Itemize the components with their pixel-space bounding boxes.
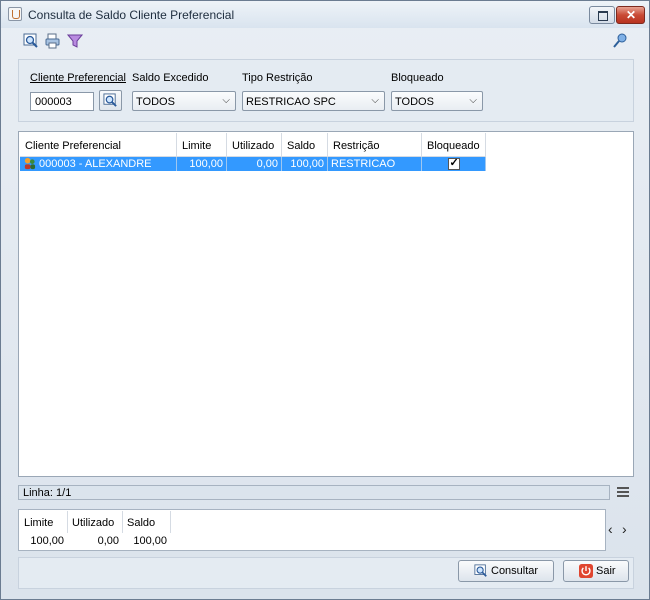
saldo-select[interactable]: TODOS ⌵: [132, 91, 236, 111]
summary-row: 100,00 0,00 100,00: [20, 533, 171, 549]
filter-icon[interactable]: [67, 33, 83, 49]
power-icon: [579, 564, 593, 578]
customer-icon: [24, 157, 36, 170]
close-button[interactable]: [616, 6, 645, 24]
tipo-select-value: RESTRICAO SPC: [246, 96, 336, 108]
main-window: Consulta de Saldo Cliente Preferencial C…: [0, 0, 650, 600]
cell-restricao: RESTRICAO SPC: [328, 157, 422, 182]
cell-cliente: 000003 - ALEXANDRE RO...: [20, 157, 177, 182]
saldo-select-value: TODOS: [136, 96, 175, 108]
title-bar[interactable]: Consulta de Saldo Cliente Preferencial: [1, 1, 649, 28]
bloqueado-checkbox[interactable]: [447, 156, 460, 170]
search-icon: [474, 564, 487, 577]
chevron-down-icon: ⌵: [469, 95, 477, 106]
saldo-label: Saldo Excedido: [132, 72, 209, 84]
cell-saldo: 100,00: [282, 157, 328, 171]
java-app-icon: [8, 7, 22, 21]
menu-icon[interactable]: [617, 487, 629, 497]
column-header-limite[interactable]: Limite: [177, 133, 227, 157]
tipo-select[interactable]: RESTRICAO SPC ⌵: [242, 91, 385, 111]
chevron-down-icon: ⌵: [371, 95, 379, 106]
consultar-button[interactable]: Consultar: [458, 560, 554, 582]
restore-button[interactable]: [589, 6, 615, 24]
cell-limite: 100,00: [177, 157, 227, 171]
cliente-input[interactable]: 000003: [30, 92, 94, 111]
summary-header: Limite Utilizado Saldo: [20, 511, 171, 533]
summary-utilizado: 0,00: [97, 535, 119, 547]
column-header-cliente[interactable]: Cliente Preferencial: [20, 133, 177, 157]
table-header: Cliente Preferencial Limite Utilizado Sa…: [20, 133, 486, 157]
chevron-down-icon: ⌵: [222, 95, 230, 106]
summary-saldo: 100,00: [133, 535, 167, 547]
next-page-button[interactable]: ›: [622, 521, 627, 537]
cell-utilizado: 0,00: [227, 157, 282, 171]
summary-header-limite: Limite: [20, 511, 68, 533]
cell-bloqueado: [422, 156, 486, 171]
summary-table: Limite Utilizado Saldo 100,00 0,00 100,0…: [18, 509, 606, 551]
window-title: Consulta de Saldo Cliente Preferencial: [28, 8, 235, 22]
search-icon[interactable]: [23, 33, 39, 49]
results-table[interactable]: Cliente Preferencial Limite Utilizado Sa…: [18, 131, 634, 477]
column-header-saldo[interactable]: Saldo: [282, 133, 328, 157]
tipo-label: Tipo Restrição: [242, 72, 313, 84]
column-header-bloqueado[interactable]: Bloqueado: [422, 133, 486, 157]
cliente-label[interactable]: Cliente Preferencial: [30, 72, 126, 84]
consultar-label: Consultar: [491, 565, 539, 577]
key-icon[interactable]: [612, 33, 628, 49]
print-icon[interactable]: [45, 33, 61, 49]
bloqueado-select-value: TODOS: [395, 96, 434, 108]
prev-page-button[interactable]: ‹: [608, 521, 613, 537]
cliente-value: 000003 - ALEXANDRE RO...: [39, 158, 152, 182]
row-count-label: Linha: 1/1: [23, 487, 72, 499]
sair-button[interactable]: Sair: [563, 560, 629, 582]
column-header-utilizado[interactable]: Utilizado: [227, 133, 282, 157]
summary-header-utilizado: Utilizado: [68, 511, 123, 533]
bloqueado-select[interactable]: TODOS ⌵: [391, 91, 483, 111]
cliente-search-button[interactable]: [99, 90, 122, 111]
status-bar: Linha: 1/1: [18, 485, 610, 500]
column-header-restricao[interactable]: Restrição: [328, 133, 422, 157]
table-row[interactable]: 000003 - ALEXANDRE RO... 100,00 0,00 100…: [20, 156, 486, 182]
sair-label: Sair: [596, 565, 616, 577]
summary-header-saldo: Saldo: [123, 511, 171, 533]
bloqueado-label: Bloqueado: [391, 72, 444, 84]
search-icon: [103, 93, 117, 107]
summary-limite: 100,00: [30, 535, 64, 547]
